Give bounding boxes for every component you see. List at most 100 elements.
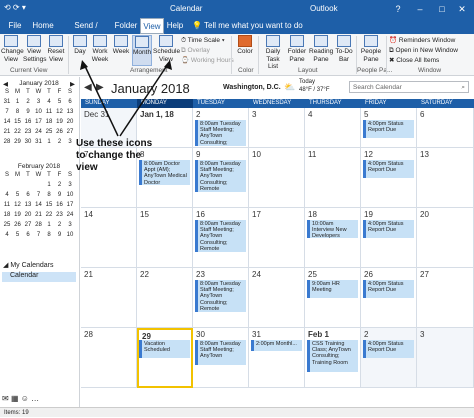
calendar-day-cell[interactable]: 12 [361,148,417,208]
minical-date[interactable]: 23 [55,212,65,218]
minical-date[interactable]: 27 [23,222,33,228]
minical-date[interactable]: 17 [65,202,75,208]
appointment[interactable]: 9:00am HR Meeting [307,280,358,298]
minical-date[interactable]: 16 [23,119,33,125]
minical-date[interactable]: 29 [13,139,23,145]
reset-view-button[interactable]: Reset View [47,35,65,63]
minical-date[interactable]: 16 [55,202,65,208]
calendar-day-cell[interactable]: 11 [305,148,361,208]
calendar-day-cell[interactable]: 3 [417,328,474,388]
minical-date[interactable]: 21 [2,129,12,135]
my-calendars-header[interactable]: ◢ My Calendars [3,261,54,269]
minical-date[interactable]: 12 [55,109,65,115]
people-nav-icon[interactable]: ☺ [21,394,29,403]
calendar-day-cell[interactable]: 29 [137,328,193,388]
close-button[interactable]: ✕ [452,2,472,16]
appointment[interactable]: 10:00am Interview New Developers [307,220,358,238]
minical-date[interactable]: 9 [23,109,33,115]
minical-date[interactable]: 3 [34,99,44,105]
minimize-button[interactable]: – [410,2,430,16]
calendar-day-cell[interactable]: 2 [361,328,417,388]
minical-date[interactable]: 24 [34,129,44,135]
minical-date[interactable]: 25 [2,222,12,228]
color-button[interactable]: Color [234,35,256,56]
calendar-day-cell[interactable]: 17 [249,208,305,268]
tab-home[interactable]: Home [32,18,54,34]
minical-date[interactable]: 31 [34,139,44,145]
minical-date[interactable]: 4 [2,192,12,198]
minical-date[interactable]: 9 [55,232,65,238]
appointment[interactable]: 4:00pm Status Report Due [363,120,414,138]
minical-february-grid[interactable]: S M T W T F S 1 2 3 4 5 6 7 8 9 10 11 12 13 14 15 16 17 18 19 20 21… [2,172,78,242]
minical-date[interactable]: 8 [44,192,54,198]
calendar-day-cell[interactable]: 10 [249,148,305,208]
minical-date[interactable]: 2 [55,139,65,145]
minical-date[interactable]: 20 [23,212,33,218]
minical-date[interactable]: 6 [23,192,33,198]
calendar-day-cell[interactable]: 3 [249,108,305,148]
view-settings-button[interactable]: View Settings [23,35,47,63]
close-all-items-button[interactable]: ✖ Close All Items [389,57,439,65]
minical-date[interactable]: 21 [34,212,44,218]
forward-arrow-icon[interactable]: ▶ [96,82,104,93]
minical-date[interactable]: 10 [65,232,75,238]
minical-date[interactable]: 30 [23,139,33,145]
schedule-view-button[interactable]: Schedule View [153,35,180,63]
appointment[interactable]: CSS Training Class; AnyTown Consulting; … [307,340,358,372]
more-icon[interactable]: … [31,394,39,403]
calendar-day-cell[interactable]: 6 [417,108,474,148]
week-view-button[interactable]: Week [111,35,131,56]
minical-date[interactable]: 25 [44,129,54,135]
calendar-folder-item[interactable]: Calendar [2,272,76,282]
appointment[interactable]: 4:00pm Status Report Due [363,340,414,358]
minical-date[interactable]: 1 [44,182,54,188]
maximize-button[interactable]: □ [432,2,452,16]
minical-date[interactable]: 28 [2,139,12,145]
daily-task-list-button[interactable]: Daily Task List [261,35,285,71]
minical-date[interactable]: 10 [34,109,44,115]
calendar-day-cell[interactable]: 31 [249,328,305,388]
minical-date[interactable]: 15 [13,119,23,125]
minical-date[interactable]: 26 [13,222,23,228]
prev-month-icon[interactable]: ◀ [3,80,8,88]
minical-date[interactable]: 13 [23,202,33,208]
tab-folder[interactable]: Folder [114,18,138,34]
quick-access-toolbar[interactable]: ⟲ ⟳ ▾ [4,3,58,15]
tab-help[interactable]: Help [166,18,184,34]
minical-date[interactable]: 24 [65,212,75,218]
minical-date[interactable]: 23 [23,129,33,135]
calendar-day-cell[interactable]: 25 [305,268,361,328]
minical-date[interactable]: 1 [44,222,54,228]
minical-date[interactable]: 9 [55,192,65,198]
minical-date[interactable]: 17 [34,119,44,125]
calendar-day-cell[interactable]: 20 [417,208,474,268]
mail-icon[interactable]: ✉ [2,394,9,403]
appointment[interactable]: 8:00am Tuesday Staff Meeting; AnyTown Co… [195,220,246,252]
calendar-day-cell[interactable]: 18 [305,208,361,268]
help-button[interactable]: ? [388,2,408,16]
back-arrow-icon[interactable]: ◀ [84,82,92,93]
reminders-window-button[interactable]: ⏰ Reminders Window [389,37,455,45]
calendar-day-cell[interactable]: 14 [81,208,137,268]
day-view-button[interactable]: Day [71,35,89,56]
minical-date[interactable]: 18 [2,212,12,218]
appointment[interactable]: 8:00am Tuesday Staff Meeting; AnyTown Co… [195,160,246,192]
appointment[interactable]: 4:00pm Status Report Due [363,160,414,178]
minical-date[interactable]: 2 [23,99,33,105]
minical-date[interactable]: 12 [13,202,23,208]
minical-date[interactable]: 10 [65,192,75,198]
minical-date[interactable]: 3 [65,139,75,145]
tab-view[interactable]: View [140,18,164,34]
minical-date[interactable]: 4 [2,232,12,238]
change-view-button[interactable]: Change View [1,35,24,63]
minical-date[interactable]: 7 [2,109,12,115]
minical-date[interactable]: 22 [13,129,23,135]
overlay-button[interactable]: ⧉ Overlay [181,47,210,55]
minical-date[interactable]: 6 [23,232,33,238]
folder-pane-button[interactable]: Folder Pane [286,35,308,63]
calendar-day-cell[interactable]: 28 [81,328,137,388]
appointment[interactable]: 8:00am Tuesday Staff Meeting; AnyTown Co… [195,280,246,312]
minical-date[interactable]: 14 [34,202,44,208]
open-new-window-button[interactable]: ⧉ Open in New Window [389,47,458,55]
tab-file[interactable]: File [6,18,24,34]
